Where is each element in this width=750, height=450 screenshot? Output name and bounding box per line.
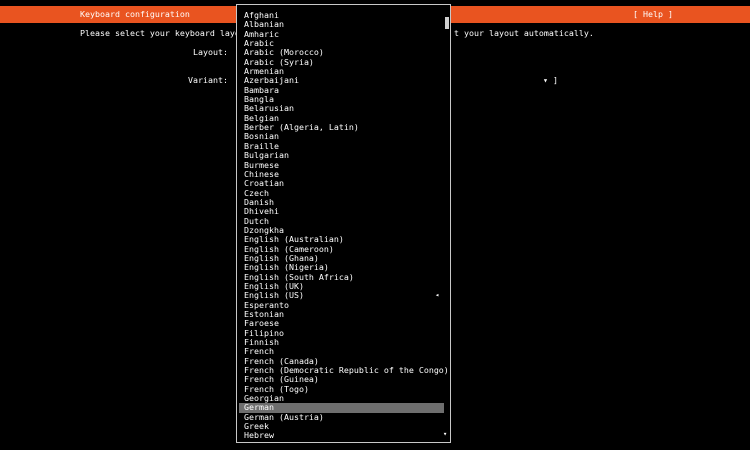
help-button[interactable]: [ Help ]	[633, 9, 673, 19]
list-item-label: Hebrew	[244, 430, 274, 441]
page-title: Keyboard configuration	[80, 9, 190, 19]
instruction-text: Please select your keyboard layou	[80, 28, 245, 38]
scrollbar-thumb[interactable]	[445, 17, 449, 29]
instruction-text-tail: t your layout automatically.	[454, 28, 594, 38]
layout-options[interactable]: Afghani Albanian Amharic Arabic Arabic (Moro…	[237, 10, 449, 441]
variant-label: Variant:	[188, 75, 228, 85]
variant-dropdown-arrow[interactable]: ▾ ]	[543, 75, 558, 85]
layout-dropdown-list[interactable]: Afghani Albanian Amharic Arabic Arabic (Moro…	[236, 4, 451, 443]
scroll-down-icon[interactable]: ▾	[443, 430, 447, 439]
layout-label: Layout:	[193, 47, 228, 57]
current-layout-marker-icon: ◂	[435, 291, 440, 300]
list-item[interactable]: Hebrew	[237, 431, 449, 440]
